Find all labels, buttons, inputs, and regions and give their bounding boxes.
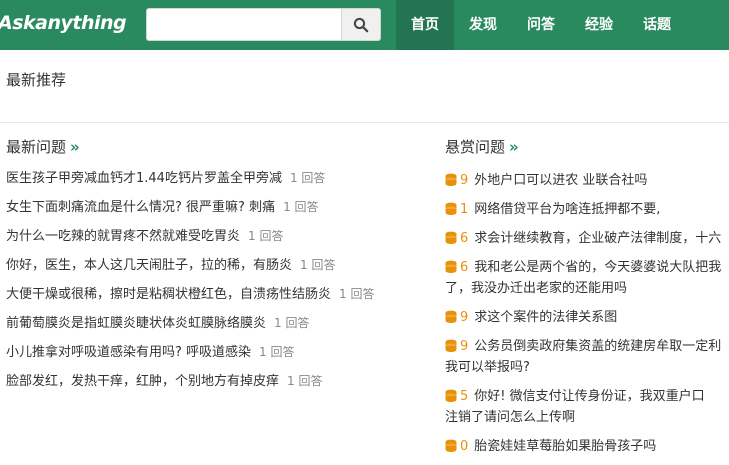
latest-questions-panel: 最新问题» 医生孩子甲旁减血钙才1.44吃钙片罗盖全甲旁减 1 回答 女生下面刺痛… [6,136,426,402]
coin-stack-icon [445,389,457,402]
top-navbar: Askanything 首页 发现 问答 经验 话题 [0,0,729,50]
question-item[interactable]: 大便干燥或很稀，擦时是粘稠状橙红色，自溃疡性结肠炎 1 回答 [6,286,426,315]
reward-title-continued[interactable]: 了，我没办迁出老家的还能用吗 [445,281,627,296]
answer-count: 1 回答 [283,200,319,214]
question-item[interactable]: 小儿推拿对呼吸道感染有用吗? 呼吸道感染 1 回答 [6,344,426,373]
nav-experience[interactable]: 经验 [570,0,628,50]
search-bar [146,8,381,41]
question-title[interactable]: 为什么一吃辣的就胃疼不然就难受吃胃炎 [6,229,240,244]
question-item[interactable]: 前葡萄膜炎是指虹膜炎睫状体炎虹膜脉络膜炎 1 回答 [6,315,426,344]
question-item[interactable]: 医生孩子甲旁减血钙才1.44吃钙片罗盖全甲旁减 1 回答 [6,170,426,199]
reward-item[interactable]: 0 胎瓷娃娃草莓胎如果胎骨孩子吗 [445,436,729,457]
reward-item[interactable]: 1 网络借贷平台为啥连抵押都不要, [445,199,729,220]
reward-item[interactable]: 9 公务员倒卖政府集资盖的统建房牟取一定利我可以举报吗? [445,336,729,378]
divider [0,122,729,123]
reward-amount: 9 [460,310,469,325]
reward-title[interactable]: 求会计继续教育，企业破产法律制度，十六 [474,231,721,246]
reward-questions-header: 悬赏问题» [445,136,729,158]
coin-stack-icon [445,310,457,323]
reward-amount: 6 [460,260,469,275]
reward-title[interactable]: 网络借贷平台为啥连抵押都不要, [474,202,660,217]
reward-questions-panel: 悬赏问题» 9 外地户口可以进农 业联合社吗 1 网络借贷平台为啥连抵押都不要, 6… [445,136,729,465]
question-title[interactable]: 前葡萄膜炎是指虹膜炎睫状体炎虹膜脉络膜炎 [6,316,266,331]
question-title[interactable]: 医生孩子甲旁减血钙才1.44吃钙片罗盖全甲旁减 [6,171,282,186]
reward-more-link[interactable]: » [509,138,519,156]
reward-item[interactable]: 6 求会计继续教育，企业破产法律制度，十六 [445,228,729,249]
coin-stack-icon [445,202,457,215]
question-title[interactable]: 女生下面刺痛流血是什么情况? 很严重嘛? 刺痛 [6,200,275,215]
search-icon [353,17,369,32]
question-title[interactable]: 大便干燥或很稀，擦时是粘稠状橙红色，自溃疡性结肠炎 [6,287,331,302]
nav-topics[interactable]: 话题 [628,0,686,50]
answer-count: 1 回答 [259,345,295,359]
question-title[interactable]: 你好，医生，本人这几天闹肚子，拉的稀，有肠炎 [6,258,292,273]
answer-count: 1 回答 [300,258,336,272]
reward-item[interactable]: 6 我和老公是两个省的，今天婆婆说大队把我了，我没办迁出老家的还能用吗 [445,257,729,299]
reward-amount: 6 [460,231,469,246]
coin-stack-icon [445,260,457,273]
nav-home[interactable]: 首页 [396,0,454,50]
main-nav: 首页 发现 问答 经验 话题 [396,0,686,50]
latest-questions-header: 最新问题» [6,136,426,158]
reward-questions-title[interactable]: 悬赏问题 [445,138,505,156]
reward-item[interactable]: 9 外地户口可以进农 业联合社吗 [445,170,729,191]
coin-stack-icon [445,231,457,244]
question-item[interactable]: 你好，医生，本人这几天闹肚子，拉的稀，有肠炎 1 回答 [6,257,426,286]
reward-title[interactable]: 你好! 微信支付让传身份证，我双重户口 [474,389,704,404]
reward-item[interactable]: 9 求这个案件的法律关系图 [445,307,729,328]
search-input[interactable] [146,8,341,41]
question-title[interactable]: 脸部发红，发热干痒，红肿，个别地方有掉皮痒 [6,374,279,389]
answer-count: 1 回答 [339,287,375,301]
section-title: 最新推荐 [6,71,67,89]
reward-amount: 1 [460,202,469,217]
coin-stack-icon [445,173,457,186]
question-item[interactable]: 脸部发红，发热干痒，红肿，个别地方有掉皮痒 1 回答 [6,373,426,402]
reward-item[interactable]: 5 你好! 微信支付让传身份证，我双重户口注销了请问怎么上传啊 [445,386,729,428]
answer-count: 1 回答 [274,316,310,330]
nav-qa[interactable]: 问答 [512,0,570,50]
reward-title[interactable]: 外地户口可以进农 业联合社吗 [474,173,647,188]
reward-title-continued[interactable]: 注销了请问怎么上传啊 [445,410,575,425]
reward-title[interactable]: 胎瓷娃娃草莓胎如果胎骨孩子吗 [474,439,656,454]
reward-title[interactable]: 公务员倒卖政府集资盖的统建房牟取一定利 [474,339,721,354]
answer-count: 1 回答 [287,374,323,388]
nav-discover[interactable]: 发现 [454,0,512,50]
answer-count: 1 回答 [248,229,284,243]
answer-count: 1 回答 [289,171,326,185]
reward-amount: 9 [460,173,469,188]
question-item[interactable]: 女生下面刺痛流血是什么情况? 很严重嘛? 刺痛 1 回答 [6,199,426,228]
coin-stack-icon [445,439,457,452]
site-logo[interactable]: Askanything [0,12,127,34]
latest-questions-title[interactable]: 最新问题 [6,138,66,156]
reward-amount: 9 [460,339,469,354]
reward-title[interactable]: 求这个案件的法律关系图 [474,310,617,325]
coin-stack-icon [445,339,457,352]
reward-title-continued[interactable]: 我可以举报吗? [445,360,530,375]
question-item[interactable]: 为什么一吃辣的就胃疼不然就难受吃胃炎 1 回答 [6,228,426,257]
reward-amount: 0 [460,439,469,454]
reward-title[interactable]: 我和老公是两个省的，今天婆婆说大队把我 [474,260,721,275]
question-title[interactable]: 小儿推拿对呼吸道感染有用吗? 呼吸道感染 [6,345,251,360]
search-button[interactable] [341,8,381,41]
latest-more-link[interactable]: » [70,138,80,156]
reward-amount: 5 [460,389,469,404]
